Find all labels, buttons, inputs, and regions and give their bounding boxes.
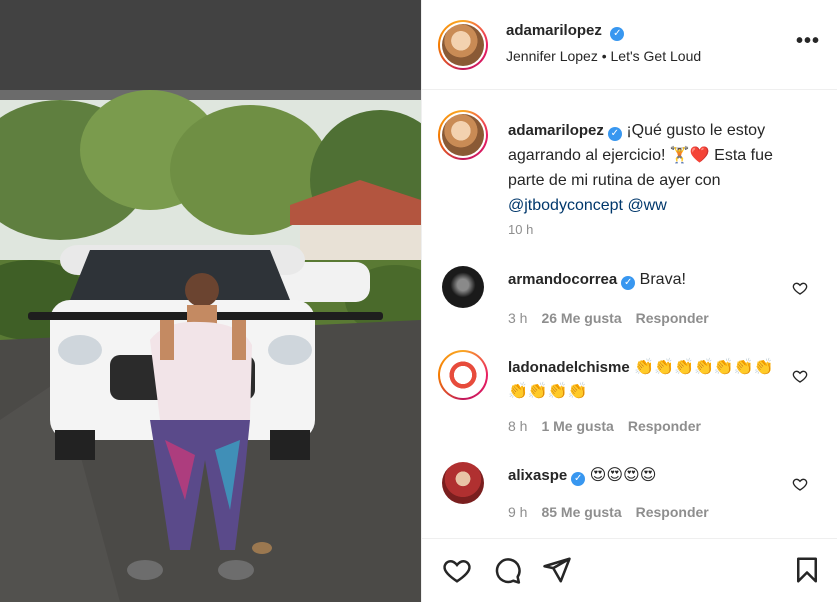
- commenter-avatar[interactable]: [438, 350, 488, 400]
- post-action-bar: [422, 538, 837, 602]
- comment-likes[interactable]: 26 Me gusta: [541, 310, 621, 326]
- caption-author-avatar[interactable]: [438, 110, 488, 160]
- commenter-username[interactable]: armandocorrea: [508, 271, 617, 288]
- comment-text: 😍😍😍😍: [589, 467, 657, 484]
- reply-button[interactable]: Responder: [636, 310, 709, 326]
- post-media[interactable]: [0, 0, 421, 602]
- post-sidebar: adamarilopez ✓ Jennifer Lopez • Let's Ge…: [421, 0, 837, 602]
- verified-badge-icon: ✓: [607, 127, 622, 141]
- commenter-avatar[interactable]: [442, 266, 484, 308]
- comment-likes[interactable]: 1 Me gusta: [541, 418, 613, 434]
- comment-meta: 9 h 85 Me gusta Responder: [508, 504, 709, 520]
- comment-heart-icon[interactable]: [792, 280, 808, 296]
- caption-mention-ww[interactable]: @ww: [627, 197, 666, 214]
- more-options-icon[interactable]: •••: [796, 30, 820, 53]
- comment-likes[interactable]: 85 Me gusta: [541, 504, 621, 520]
- send-icon[interactable]: [542, 555, 572, 585]
- comment-body: alixaspe ✓ 😍😍😍😍: [508, 464, 788, 488]
- caption-mention-jtbodyconcept[interactable]: @jtbodyconcept: [508, 197, 623, 214]
- reply-button[interactable]: Responder: [636, 504, 709, 520]
- heart-icon[interactable]: [442, 555, 472, 585]
- comment-icon[interactable]: [492, 555, 522, 585]
- post-image: [0, 0, 421, 602]
- commenter-username[interactable]: alixaspe: [508, 467, 567, 484]
- audio-attribution[interactable]: Jennifer Lopez • Let's Get Loud: [506, 48, 701, 64]
- bookmark-icon[interactable]: [792, 555, 822, 585]
- comment-time[interactable]: 9 h: [508, 504, 527, 520]
- comment-meta: 3 h 26 Me gusta Responder: [508, 310, 709, 326]
- comment-time[interactable]: 8 h: [508, 418, 527, 434]
- comment-meta: 8 h 1 Me gusta Responder: [508, 418, 701, 434]
- verified-badge-icon: ✓: [621, 276, 636, 290]
- reply-button[interactable]: Responder: [628, 418, 701, 434]
- author-username[interactable]: adamarilopez: [506, 22, 602, 39]
- caption-author-username[interactable]: adamarilopez: [508, 122, 604, 139]
- comment-heart-icon[interactable]: [792, 368, 808, 384]
- commenter-avatar[interactable]: [442, 462, 484, 504]
- comment-body: armandocorrea ✓ Brava!: [508, 268, 788, 292]
- verified-badge-icon: ✓: [571, 472, 586, 486]
- comment-time[interactable]: 3 h: [508, 310, 527, 326]
- verified-badge-icon: ✓: [610, 27, 625, 41]
- comment-text: Brava!: [639, 271, 686, 288]
- author-avatar[interactable]: [438, 20, 488, 70]
- caption-timestamp[interactable]: 10 h: [508, 222, 533, 237]
- post-caption: adamarilopez ✓ ¡Qué gusto le estoy agarra…: [508, 118, 808, 218]
- comment-heart-icon[interactable]: [792, 476, 808, 492]
- commenter-username[interactable]: ladonadelchisme: [508, 359, 630, 376]
- post-header: adamarilopez ✓ Jennifer Lopez • Let's Ge…: [422, 0, 837, 90]
- comment-body: ladonadelchisme 👏👏👏👏👏👏👏👏👏👏👏: [508, 356, 788, 404]
- author-name-row: adamarilopez ✓: [506, 22, 625, 41]
